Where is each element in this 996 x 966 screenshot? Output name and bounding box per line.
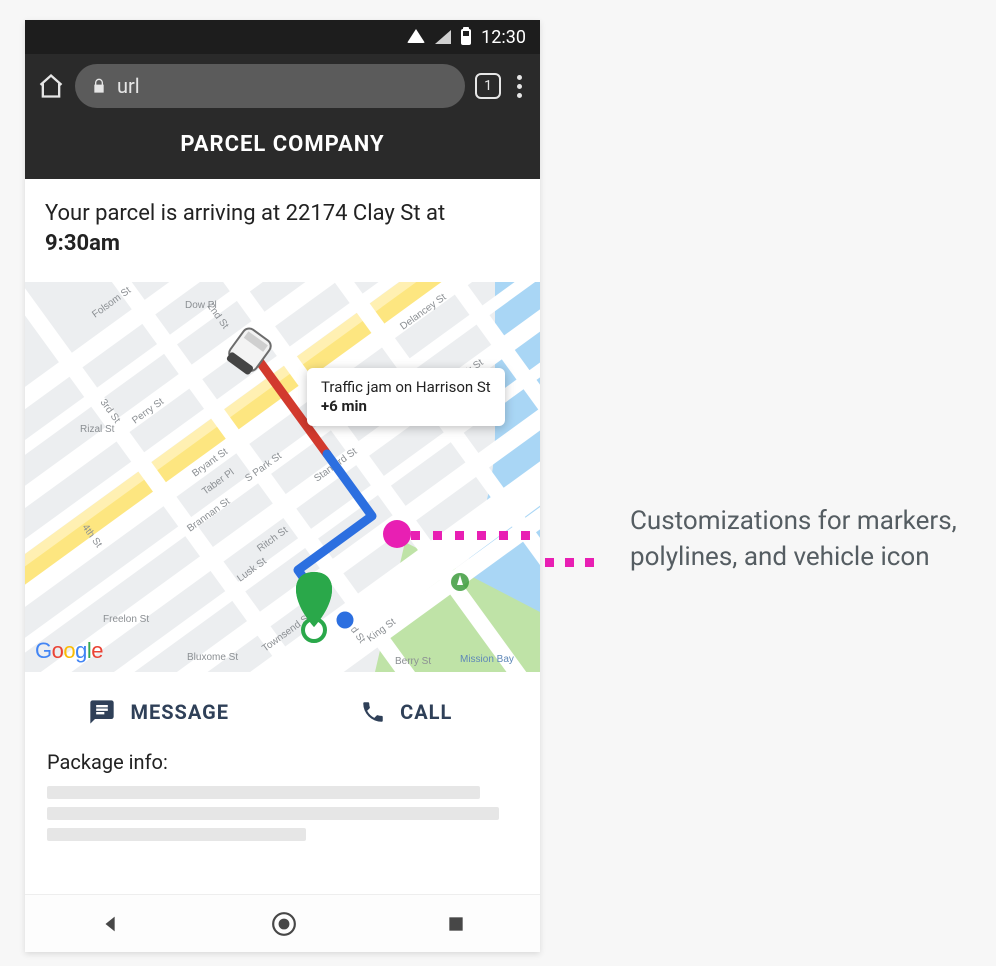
svg-text:Mission Bay: Mission Bay bbox=[460, 654, 514, 665]
svg-text:Dow Pl: Dow Pl bbox=[185, 300, 217, 311]
recents-icon[interactable] bbox=[446, 914, 466, 934]
message-button[interactable]: MESSAGE bbox=[35, 698, 283, 726]
android-nav-bar bbox=[25, 894, 540, 952]
map-background: Folsom St 2nd St Dow Pl 3rd St Rizal St … bbox=[25, 282, 540, 672]
home-icon[interactable] bbox=[37, 72, 65, 100]
svg-text:Berry St: Berry St bbox=[395, 656, 431, 667]
arrival-notice: Your parcel is arriving at 22174 Clay St… bbox=[25, 179, 540, 282]
placeholder-line bbox=[47, 786, 480, 799]
battery-icon bbox=[461, 29, 471, 45]
placeholder-line bbox=[47, 828, 306, 841]
tab-count-button[interactable]: 1 bbox=[475, 73, 501, 99]
overflow-menu-icon[interactable] bbox=[511, 75, 528, 98]
status-bar: 12:30 bbox=[25, 20, 540, 54]
svg-text:Rizal St: Rizal St bbox=[80, 424, 115, 435]
app-title: PARCEL COMPANY bbox=[25, 114, 540, 179]
package-info-title: Package info: bbox=[47, 750, 518, 774]
phone-icon bbox=[360, 699, 386, 725]
phone-mockup: 12:30 url 1 PARCEL COMPANY Your parcel i… bbox=[25, 20, 540, 952]
action-row: MESSAGE CALL bbox=[25, 672, 540, 744]
clock: 12:30 bbox=[481, 27, 526, 48]
traffic-tooltip: Traffic jam on Harrison St +6 min bbox=[307, 368, 505, 426]
url-bar[interactable]: url bbox=[75, 64, 465, 108]
placeholder-line bbox=[47, 807, 499, 820]
browser-toolbar: url 1 bbox=[25, 54, 540, 114]
package-info-section: Package info: bbox=[25, 744, 540, 861]
back-icon[interactable] bbox=[100, 913, 122, 935]
svg-text:Freelon St: Freelon St bbox=[103, 614, 149, 625]
highlight-marker-icon bbox=[383, 520, 411, 548]
wifi-icon bbox=[407, 29, 425, 43]
message-label: MESSAGE bbox=[130, 700, 229, 724]
svg-text:Bluxome St: Bluxome St bbox=[187, 652, 238, 663]
lock-icon bbox=[91, 77, 107, 95]
call-button[interactable]: CALL bbox=[283, 698, 531, 726]
url-text: url bbox=[117, 74, 140, 98]
tooltip-delay: +6 min bbox=[321, 397, 491, 416]
annotation-callout: Customizations for markers, polylines, a… bbox=[560, 545, 990, 576]
message-icon bbox=[88, 698, 116, 726]
tracking-map[interactable]: Folsom St 2nd St Dow Pl 3rd St Rizal St … bbox=[25, 282, 540, 672]
cell-signal-icon bbox=[435, 30, 451, 44]
google-logo: Google bbox=[35, 638, 103, 664]
home-nav-icon[interactable] bbox=[271, 911, 297, 937]
tooltip-title: Traffic jam on Harrison St bbox=[321, 378, 491, 397]
callout-text: Customizations for markers, polylines, a… bbox=[630, 503, 990, 576]
call-label: CALL bbox=[400, 700, 452, 724]
